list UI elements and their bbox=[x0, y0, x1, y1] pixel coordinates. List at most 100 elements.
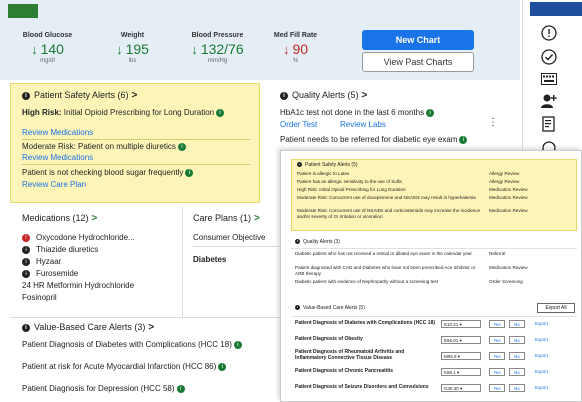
info-icon: i bbox=[216, 108, 225, 117]
mini-safety-row: Patient is allergic to Latex bbox=[297, 171, 350, 176]
export-link[interactable]: Export bbox=[535, 353, 548, 358]
divider bbox=[291, 248, 577, 249]
yes-button[interactable]: Yes bbox=[489, 384, 505, 392]
vital-unit: mg/dl bbox=[40, 58, 55, 64]
app-root: Blood Glucose ↓ 140 mg/dl Weight ↓ 195 lbs… bbox=[0, 0, 582, 402]
yes-button[interactable]: Yes bbox=[489, 320, 505, 328]
info-icon: i bbox=[218, 362, 227, 371]
review-medications-link-2[interactable]: Review Medications bbox=[22, 153, 93, 163]
export-link[interactable]: Export bbox=[535, 337, 548, 342]
medication-item[interactable]: ! Oxycodone Hydrochloride... bbox=[22, 232, 135, 243]
divider bbox=[22, 164, 250, 165]
care-plan-column-header: Consumer Objective bbox=[193, 233, 266, 242]
arrow-down-icon: ↓ bbox=[31, 42, 38, 57]
icd-code-select[interactable]: K86.1 ▾ bbox=[441, 368, 481, 376]
info-icon: i bbox=[22, 245, 30, 254]
value-based-care-title[interactable]: i Value-Based Care Alerts (3) > bbox=[22, 322, 154, 333]
info-icon: i bbox=[233, 340, 242, 349]
medication-item[interactable]: i Thiazide diuretics bbox=[22, 244, 98, 255]
check-circle-icon[interactable] bbox=[538, 48, 560, 66]
care-plan-row[interactable]: Diabetes bbox=[193, 254, 226, 265]
chevron-right-icon: > bbox=[91, 213, 98, 224]
edit-note-icon[interactable] bbox=[538, 115, 560, 133]
mini-quality-row: Diabetic patient with evidence of Nephro… bbox=[295, 279, 439, 284]
mini-vbc-row: Patient Diagnosis of Obesity bbox=[295, 336, 363, 342]
medication-review-link[interactable]: Medication Review bbox=[489, 187, 528, 193]
divider bbox=[182, 207, 183, 317]
more-vertical-icon[interactable]: ⋮ bbox=[488, 118, 498, 128]
care-plans-title[interactable]: Care Plans (1) > bbox=[193, 213, 260, 224]
vital-weight: Weight ↓ 195 lbs bbox=[95, 32, 170, 64]
no-button[interactable]: No bbox=[509, 336, 525, 344]
medication-item[interactable]: Fosinopril bbox=[22, 292, 57, 303]
mini-vbc-row: Patient Diagnosis of Seizure Disorders a… bbox=[295, 384, 429, 390]
quality-alerts-title[interactable]: i Quality Alerts (5) > bbox=[280, 90, 367, 101]
icd-code-select[interactable]: E10.21 ▾ bbox=[441, 320, 481, 328]
medication-review-link[interactable]: Medication Review bbox=[489, 195, 528, 201]
new-chart-button[interactable]: New Chart bbox=[362, 30, 474, 50]
blood-sugar-alert: Patient is not checking blood sugar freq… bbox=[22, 168, 252, 178]
icd-code-select[interactable]: E66.01 ▾ bbox=[441, 336, 481, 344]
keyboard-icon[interactable] bbox=[538, 70, 560, 88]
vbc-alert: Patient Diagnosis for Depression (HCC 58… bbox=[22, 384, 280, 394]
medications-title[interactable]: Medications (12) > bbox=[22, 213, 97, 224]
divider bbox=[193, 246, 279, 247]
chevron-right-icon: > bbox=[361, 90, 368, 101]
mini-quality-row: Patient diagnosed with CAD and Diabetes … bbox=[295, 265, 476, 276]
review-labs-link[interactable]: Review Labs bbox=[340, 120, 386, 130]
allergy-review-link[interactable]: Allergy Review bbox=[489, 171, 519, 177]
vital-value: ↓ 132/76 bbox=[191, 41, 244, 57]
vital-label: Blood Pressure bbox=[191, 32, 244, 39]
vital-blood-pressure: Blood Pressure ↓ 132/76 mm/Hg bbox=[180, 32, 255, 64]
mini-quality-title: i Quality Alerts (3) bbox=[295, 239, 340, 245]
export-link[interactable]: Export bbox=[535, 385, 548, 390]
no-button[interactable]: No bbox=[509, 352, 525, 360]
vital-unit: lbs bbox=[128, 58, 137, 64]
export-all-button[interactable]: Export All bbox=[537, 303, 575, 313]
divider bbox=[291, 316, 577, 317]
mini-vbc-row: Patient Diagnosis of Chronic Pancreatiti… bbox=[295, 368, 394, 374]
no-button[interactable]: No bbox=[509, 320, 525, 328]
medication-review-link[interactable]: Medication Review bbox=[489, 208, 528, 214]
info-icon: i bbox=[459, 135, 468, 144]
mini-safety-row: Patient has an allergic sensitivity to t… bbox=[297, 179, 402, 184]
info-icon: i bbox=[22, 257, 30, 266]
patient-safety-title[interactable]: i Patient Safety Alerts (6) > bbox=[22, 90, 137, 101]
referral-link[interactable]: Referral bbox=[489, 251, 505, 257]
moderate-risk-alert: Moderate Risk: Patient on multiple diure… bbox=[22, 142, 252, 152]
exclamation-circle-icon[interactable] bbox=[538, 24, 560, 42]
arrow-down-icon: ↓ bbox=[116, 42, 123, 57]
medication-item[interactable]: i Hyzaar bbox=[22, 256, 61, 267]
view-past-charts-button[interactable]: View Past Charts bbox=[362, 52, 474, 72]
vital-value: ↓ 90 bbox=[282, 41, 309, 57]
add-user-icon[interactable] bbox=[538, 92, 560, 110]
order-test-link[interactable]: Order Test bbox=[280, 120, 317, 130]
no-button[interactable]: No bbox=[509, 368, 525, 376]
icd-code-select[interactable]: M05.9 ▾ bbox=[441, 352, 481, 360]
vital-unit: % bbox=[292, 58, 299, 64]
order-screening-link[interactable]: Order Screening bbox=[489, 279, 523, 285]
medication-item[interactable]: 24 HR Metformin Hydrochloride bbox=[22, 280, 134, 291]
review-medications-link[interactable]: Review Medications bbox=[22, 128, 93, 138]
export-link[interactable]: Export bbox=[535, 321, 548, 326]
medication-item[interactable]: i Furosemide bbox=[22, 268, 78, 279]
medication-review-link[interactable]: Medication Review bbox=[489, 265, 528, 271]
review-care-plan-link[interactable]: Review Care Plan bbox=[22, 180, 86, 190]
yes-button[interactable]: Yes bbox=[489, 368, 505, 376]
top-accent-bar bbox=[8, 4, 38, 18]
export-link[interactable]: Export bbox=[535, 369, 548, 374]
no-button[interactable]: No bbox=[509, 384, 525, 392]
mini-vbc-title: i Value-Based Care Alerts (5) bbox=[295, 305, 365, 311]
info-icon: i bbox=[177, 142, 186, 151]
info-icon: i bbox=[185, 168, 194, 177]
icd-code-select[interactable]: G40.30 ▾ bbox=[441, 384, 481, 392]
allergy-review-link[interactable]: Allergy Review bbox=[489, 179, 519, 185]
chevron-right-icon: > bbox=[131, 90, 138, 101]
yes-button[interactable]: Yes bbox=[489, 352, 505, 360]
alert-icon: ! bbox=[22, 233, 30, 242]
arrow-down-icon: ↓ bbox=[191, 42, 198, 57]
mini-safety-row: High Risk: Initial Opioid Prescribing fo… bbox=[297, 187, 406, 192]
yes-button[interactable]: Yes bbox=[489, 336, 505, 344]
vital-blood-glucose: Blood Glucose ↓ 140 mg/dl bbox=[10, 32, 85, 64]
info-icon: i bbox=[22, 269, 30, 278]
